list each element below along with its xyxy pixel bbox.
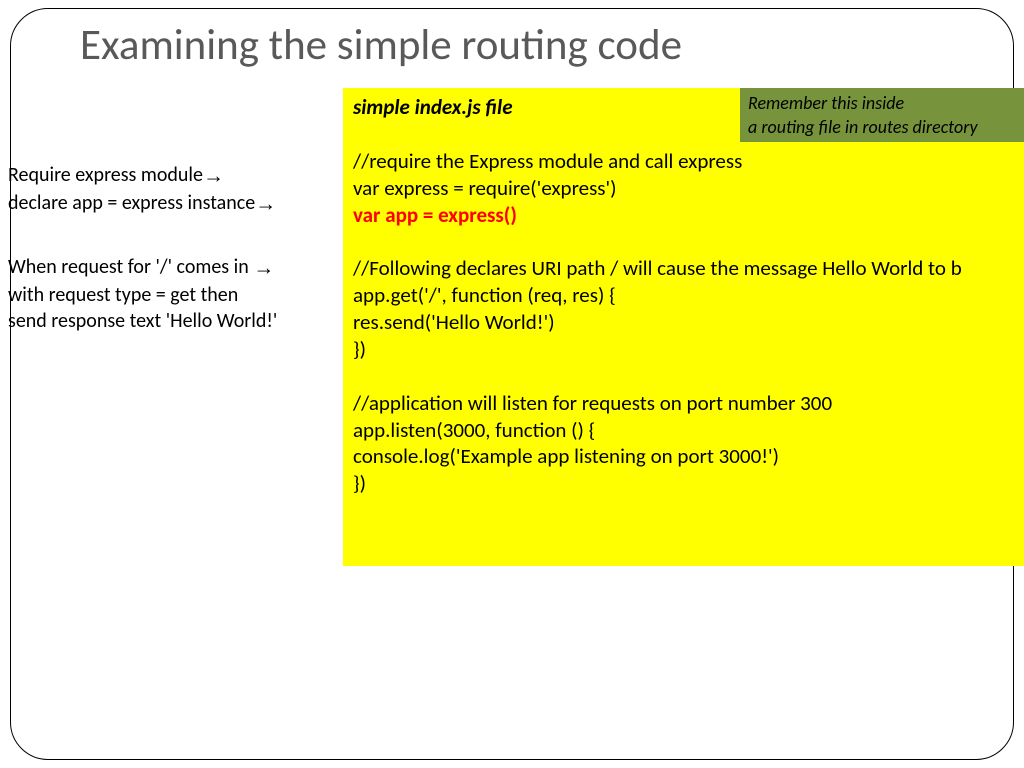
callout-box: Remember this inside a routing file in r… xyxy=(740,88,1024,142)
code-line: }) xyxy=(353,336,1015,363)
left-line-4: with request type = get then xyxy=(8,282,343,308)
left-line-3-text: When request for '/' comes in xyxy=(8,255,253,279)
left-block-1: Require express module→ declare app = ex… xyxy=(8,162,343,218)
page-title: Examining the simple routing code xyxy=(80,18,682,71)
left-block-2: When request for '/' comes in → with req… xyxy=(8,254,343,334)
callout-line-2: a routing file in routes directory xyxy=(748,115,1017,139)
left-line-2: declare app = express instance→ xyxy=(8,190,343,218)
left-line-1: Require express module→ xyxy=(8,162,343,190)
code-line: app.listen(3000, function () { xyxy=(353,417,1015,444)
code-line: res.send('Hello World!') xyxy=(353,309,1015,336)
code-line: }) xyxy=(353,470,1015,497)
code-line: console.log('Example app listening on po… xyxy=(353,443,1015,470)
left-line-1-text: Require express module xyxy=(8,163,203,187)
blank-line xyxy=(353,228,1015,255)
blank-line xyxy=(353,363,1015,390)
code-line: app.get('/', function (req, res) { xyxy=(353,282,1015,309)
left-line-3: When request for '/' comes in → xyxy=(8,254,343,282)
code-line-emphasis: var app = express() xyxy=(353,202,1015,229)
arrow-icon: → xyxy=(255,192,276,215)
code-line: //require the Express module and call ex… xyxy=(353,148,1015,175)
callout-line-1: Remember this inside xyxy=(748,91,1017,115)
code-line: var express = require('express') xyxy=(353,175,1015,202)
left-annotations: Require express module→ declare app = ex… xyxy=(8,162,343,334)
code-line: //Following declares URI path / will cau… xyxy=(353,255,1015,282)
code-line: //application will listen for requests o… xyxy=(353,390,1015,417)
arrow-icon: → xyxy=(253,256,274,279)
code-box: simple index.js file //require the Expre… xyxy=(343,88,1024,566)
arrow-icon: → xyxy=(203,165,224,188)
left-line-5: send response text 'Hello World!' xyxy=(8,308,343,334)
left-line-2-text: declare app = express instance xyxy=(8,191,255,215)
